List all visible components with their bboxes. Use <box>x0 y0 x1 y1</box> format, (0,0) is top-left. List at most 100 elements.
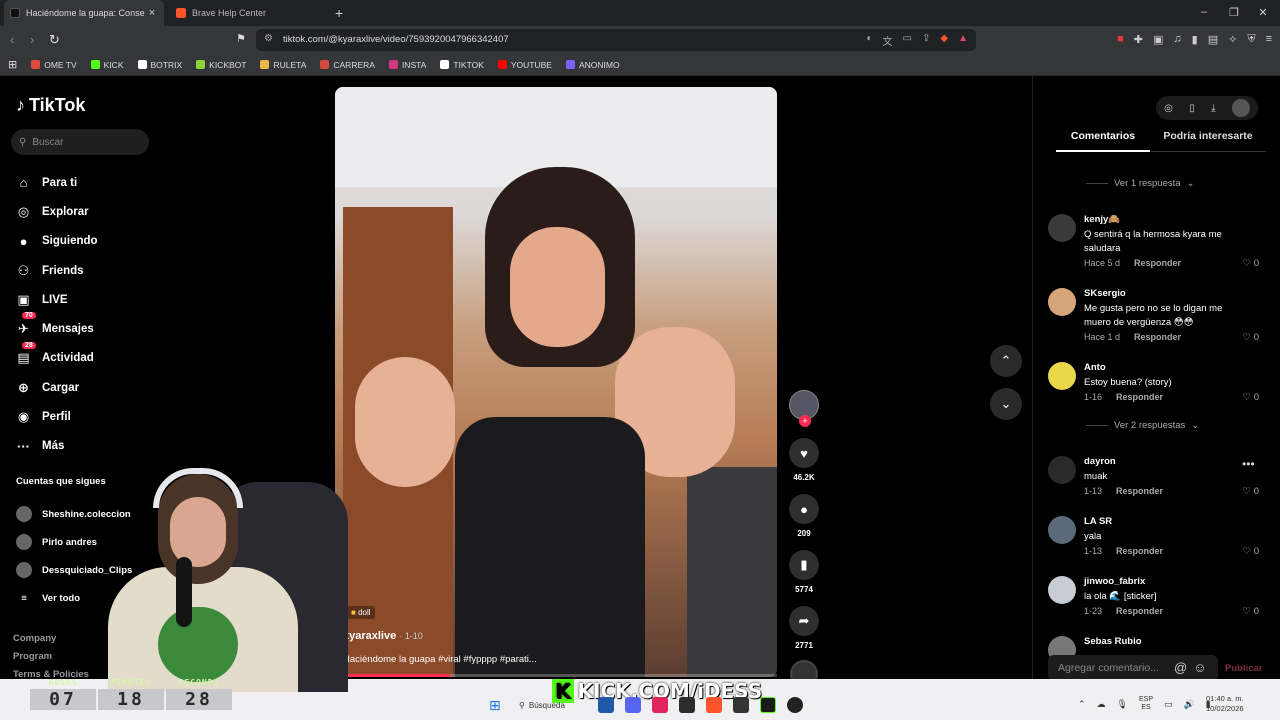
volume-icon[interactable]: 🔊 <box>1184 699 1195 710</box>
emoji-icon[interactable]: ☺ <box>1193 660 1206 675</box>
tab-brave-help[interactable]: Brave Help Center <box>170 0 330 26</box>
taskbar-clock[interactable]: 01:40 a. m. 10/02/2026 <box>1206 694 1244 714</box>
bookmark-item[interactable]: OME TV <box>31 60 77 70</box>
obs-icon[interactable] <box>787 697 803 713</box>
reply-button[interactable]: Responder <box>1116 392 1163 402</box>
comment-like-button[interactable]: ♡ 0 <box>1243 546 1259 557</box>
more-options-icon[interactable]: ••• <box>1242 457 1255 471</box>
publish-button[interactable]: Publicar <box>1225 663 1263 674</box>
nav-item-explorar[interactable]: ◎ Explorar <box>15 197 98 226</box>
new-tab-icon[interactable]: + <box>335 5 343 21</box>
tab-comments[interactable]: Comentarios <box>1056 130 1150 152</box>
coin-icon[interactable]: ◎ <box>1164 103 1173 114</box>
cast-icon[interactable]: ▭ <box>903 33 912 48</box>
tiktok-logo[interactable]: ♪ TikTok <box>16 95 85 116</box>
wallet-icon[interactable]: ▤ <box>1208 33 1218 46</box>
video-tag[interactable]: ■ doll <box>347 606 375 619</box>
commenter-avatar[interactable] <box>1048 362 1076 390</box>
comment-like-button[interactable]: ♡ 0 <box>1243 486 1259 497</box>
bookmark-icon[interactable]: ⚑ <box>236 32 246 45</box>
comment-username[interactable]: dayron <box>1084 456 1116 467</box>
minimize-icon[interactable]: – <box>1197 6 1211 18</box>
close-window-icon[interactable]: ✕ <box>1256 6 1270 19</box>
cloud-icon[interactable]: ☁ <box>1097 699 1106 710</box>
menu-icon[interactable]: ≡ <box>1266 33 1272 46</box>
reload-icon[interactable]: ↻ <box>49 32 60 48</box>
comment-username[interactable]: Sebas Rubio <box>1084 636 1142 647</box>
next-video-button[interactable]: ⌄ <box>990 388 1022 420</box>
discord-icon[interactable] <box>625 697 641 713</box>
bookmark-item[interactable]: ANONIMO <box>565 60 620 70</box>
reply-button[interactable]: Responder <box>1116 546 1163 556</box>
share-icon[interactable]: ⇪ <box>922 33 930 48</box>
reply-button[interactable]: Responder <box>1116 606 1163 616</box>
follow-plus-icon[interactable]: + <box>799 415 811 427</box>
nav-item-parati[interactable]: ⌂ Para ti <box>15 168 98 197</box>
forward-icon[interactable]: › <box>30 32 34 47</box>
taskbar-app-icon[interactable] <box>598 697 614 713</box>
comment-username[interactable]: SKsergio <box>1084 288 1126 299</box>
commenter-avatar[interactable] <box>1048 456 1076 484</box>
user-avatar[interactable] <box>1231 99 1250 117</box>
monitor-icon[interactable]: ▭ <box>1164 699 1173 710</box>
footer-link[interactable]: Company <box>13 630 89 648</box>
vpn-icon[interactable]: ⛨ <box>1247 33 1255 46</box>
music-icon[interactable]: ♫ <box>1173 33 1181 46</box>
reply-button[interactable]: Responder <box>1116 486 1163 496</box>
video-caption[interactable]: Haciéndome la guapa #viral #fypppp #para… <box>343 654 537 665</box>
author-avatar[interactable]: + <box>789 390 819 427</box>
bookmark-item[interactable]: INSTA <box>388 60 426 70</box>
nav-item-siguiendo[interactable]: ● Siguiendo <box>15 227 98 256</box>
brave-rewards-icon[interactable]: ▲ <box>958 33 968 48</box>
device-icon[interactable]: ▯ <box>1189 103 1195 114</box>
bookmark-item[interactable]: KICKBOT <box>196 60 246 70</box>
save-button[interactable]: ▮ <box>789 550 819 580</box>
extension-icon[interactable]: ■ <box>1117 33 1124 46</box>
comment-username[interactable]: LA SR <box>1084 516 1112 527</box>
taskbar-app-icon[interactable] <box>733 697 749 713</box>
download-icon[interactable]: ⤓ <box>1211 103 1215 114</box>
comment-like-button[interactable]: ♡ 0 <box>1243 392 1259 403</box>
nav-item-actividad[interactable]: ▤ 28 Actividad <box>15 341 98 373</box>
view-replies-link[interactable]: Ver 1 respuesta ⌄ <box>1086 178 1195 189</box>
nav-item-cargar[interactable]: ⊕ Cargar <box>15 373 98 402</box>
tab-suggested[interactable]: Podría interesarte <box>1150 130 1266 152</box>
video-progress-bar[interactable] <box>335 674 777 677</box>
comment-button[interactable]: ● <box>789 494 819 524</box>
comment-like-button[interactable]: ♡ 0 <box>1243 258 1259 269</box>
video-author[interactable]: kyaraxlive · 1-10 <box>343 630 423 642</box>
comment-username[interactable]: kenjy🙈 <box>1084 214 1120 225</box>
commenter-avatar[interactable] <box>1048 516 1076 544</box>
kick-app-icon[interactable] <box>760 697 776 713</box>
nav-item-ms[interactable]: ··· Más <box>15 432 98 461</box>
brave-icon[interactable] <box>706 697 722 713</box>
close-tab-icon[interactable]: × <box>146 7 158 19</box>
ai-icon[interactable]: ✧ <box>1228 33 1237 46</box>
bookmark-item[interactable]: KICK <box>90 60 124 70</box>
nav-item-friends[interactable]: ⚇ Friends <box>15 256 98 285</box>
screenshot-icon[interactable]: ▣ <box>1153 33 1163 46</box>
mention-icon[interactable]: @ <box>1174 660 1187 675</box>
nav-item-perfil[interactable]: ◉ Perfil <box>15 402 98 431</box>
sidebar-icon[interactable]: ▮ <box>1192 33 1198 46</box>
footer-link[interactable]: Program <box>13 648 89 666</box>
commenter-avatar[interactable] <box>1048 576 1076 604</box>
apps-grid-icon[interactable]: ⊞ <box>8 58 17 71</box>
taskbar-search[interactable]: ⚲ Búsqueda <box>519 696 579 714</box>
view-replies-link[interactable]: Ver 2 respuestas ⌄ <box>1086 420 1199 431</box>
brave-shields-icon[interactable]: ◆ <box>940 33 948 48</box>
previous-video-button[interactable]: ⌃ <box>990 345 1022 377</box>
chevron-up-icon[interactable]: ⌃ <box>1078 699 1086 710</box>
bookmark-item[interactable]: CARRERA <box>320 60 375 70</box>
language-indicator[interactable]: ESP ES <box>1139 696 1153 712</box>
bookmark-item[interactable]: RULETA <box>260 60 306 70</box>
nav-item-mensajes[interactable]: ✈ 70 Mensajes <box>15 312 98 343</box>
comment-like-button[interactable]: ♡ 0 <box>1243 332 1259 343</box>
share-button[interactable]: ➦ <box>789 606 819 636</box>
reply-button[interactable]: Responder <box>1134 332 1181 342</box>
bookmark-item[interactable]: YOUTUBE <box>497 60 552 70</box>
commenter-avatar[interactable] <box>1048 214 1076 242</box>
tab-tiktok[interactable]: Haciéndome la guapa: Conse × <box>4 0 164 26</box>
translate-icon[interactable]: 文 <box>883 33 893 48</box>
bookmark-item[interactable]: BOTRIX <box>137 60 182 70</box>
